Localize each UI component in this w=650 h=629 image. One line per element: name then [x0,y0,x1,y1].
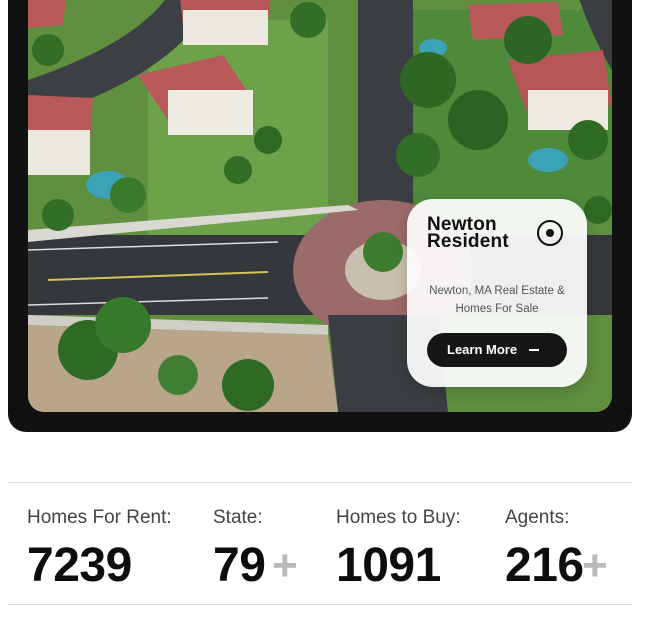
dash-icon [529,349,539,351]
stats-bottom-divider [8,604,632,605]
newton-resident-card: Newton Resident Newton, MA Real Estate &… [407,199,587,387]
state-value: 79 [213,539,266,592]
learn-more-label: Learn More [447,342,518,357]
record-dot-icon [537,220,563,246]
homes-for-rent-label: Homes For Rent: [27,507,172,528]
learn-more-button[interactable]: Learn More [427,333,567,367]
card-title: Newton Resident [427,214,509,252]
state-plus-suffix: + [272,541,298,590]
homes-to-buy-value: 1091 [336,539,441,592]
homes-for-rent-value: 7239 [27,539,132,592]
agents-label: Agents: [505,507,570,528]
stats-top-divider [8,482,632,483]
agents-value: 216 [505,539,584,592]
homes-to-buy-label: Homes to Buy: [336,507,461,528]
agents-plus-suffix: + [582,541,608,590]
card-description: Newton, MA Real Estate & Homes For Sale [429,285,565,315]
state-label: State: [213,507,263,528]
